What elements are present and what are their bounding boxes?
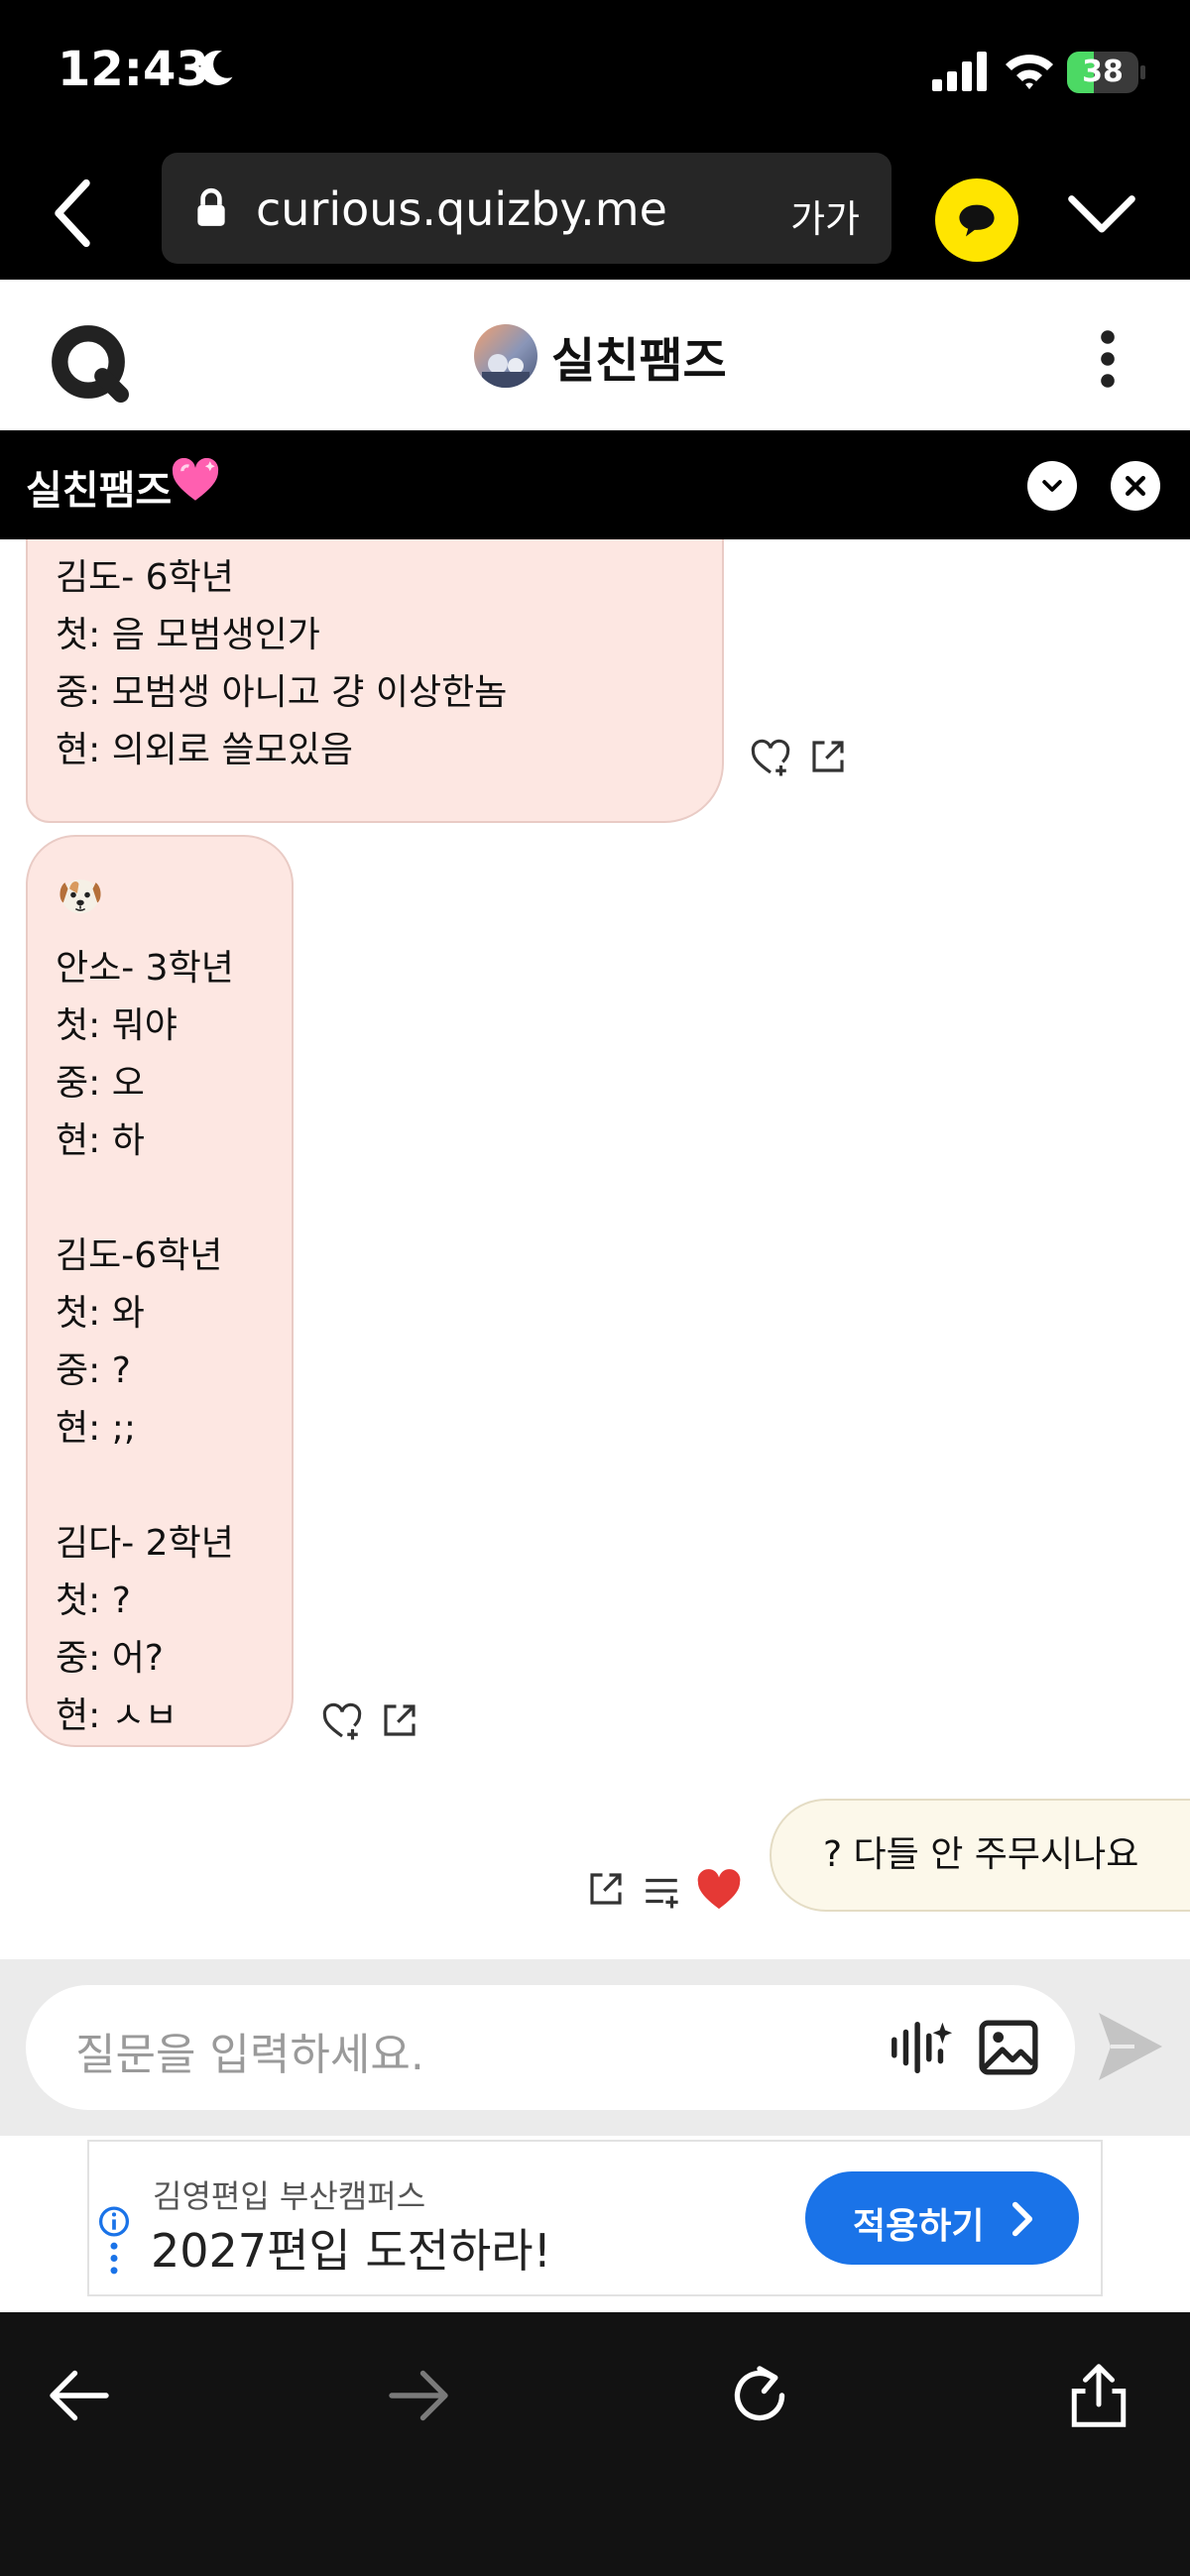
message-line: 김다- 2학년 [56, 1523, 234, 1564]
message-line: 첫: 와 [56, 1293, 145, 1334]
ad-card[interactable]: 김영편입 부산캠퍼스 2027편입 도전하라! 적용하기 [87, 2140, 1103, 2296]
question-input[interactable]: 질문을 입력하세요. [26, 1985, 1075, 2110]
browser-address-bar: curious.quizby.me 가가 [0, 149, 1190, 280]
my-message-bubble[interactable]: ? 다들 안 주무시나요 [770, 1799, 1190, 1912]
collapse-notice-button[interactable] [1027, 461, 1077, 511]
chevron-down-icon[interactable] [1067, 190, 1136, 240]
reload-icon[interactable] [724, 2360, 795, 2431]
message-line: 첫: 뭐야 [56, 1005, 178, 1046]
battery-indicator: 38 [1067, 52, 1145, 93]
avatar [474, 324, 537, 388]
quizby-logo-icon[interactable] [48, 321, 129, 403]
share-upload-icon[interactable] [1063, 2360, 1134, 2431]
ad-banner[interactable]: 김영편입 부산캠퍼스 2027편입 도전하라! 적용하기 [0, 2136, 1190, 2312]
message-line: 중: 모범생 아니고 걍 이상한놈 [56, 672, 508, 713]
message-line: 현: 의외로 쓸모있음 [56, 730, 353, 770]
close-icon [1125, 475, 1146, 497]
profile-title[interactable]: 실친팸즈 [474, 321, 727, 391]
more-options-icon[interactable] [1091, 329, 1125, 389]
ad-cta-button[interactable]: 적용하기 [805, 2171, 1079, 2265]
share-icon[interactable] [807, 736, 849, 777]
like-add-icon[interactable] [321, 1701, 363, 1743]
browser-back-chevron-icon[interactable] [48, 178, 97, 248]
close-notice-button[interactable] [1111, 461, 1160, 511]
url-text: curious.quizby.me [256, 182, 667, 236]
kakao-chat-button[interactable] [935, 178, 1018, 262]
status-bar: 12:43 38 [0, 0, 1190, 149]
chevron-down-icon [1042, 480, 1062, 492]
voice-input-icon[interactable] [887, 2013, 956, 2082]
url-field[interactable]: curious.quizby.me 가가 [162, 153, 892, 264]
chevron-right-icon [1012, 2201, 1033, 2237]
browser-toolbar [0, 2312, 1190, 2576]
like-add-icon[interactable] [750, 738, 791, 779]
composer: 질문을 입력하세요. [0, 1959, 1190, 2136]
message-line [56, 1458, 264, 1515]
wifi-icon [1006, 55, 1053, 89]
lock-icon [197, 187, 225, 226]
image-attach-icon[interactable] [978, 2019, 1039, 2076]
ad-advertiser: 김영편입 부산캠퍼스 [153, 2177, 426, 2215]
ad-info-icon[interactable] [97, 2205, 131, 2275]
message-line: 김도-6학년 [56, 1235, 223, 1276]
back-arrow-icon[interactable] [44, 2360, 115, 2431]
share-icon[interactable] [379, 1699, 420, 1741]
battery-percent: 38 [1082, 55, 1124, 89]
page-title: 실친팸즈 [551, 333, 727, 389]
pinned-notice-bar[interactable]: 실친팸즈 [0, 430, 1190, 539]
heart-icon[interactable] [696, 1868, 742, 1912]
message-line: 중: 어? [56, 1638, 164, 1679]
message-line: 김도- 6학년 [56, 557, 234, 598]
status-time: 12:43 [58, 42, 209, 97]
pinned-notice-text: 실친팸즈 [26, 468, 173, 514]
message-bubble[interactable]: 김도- 6학년 첫: 음 모범생인가 중: 모범생 아니고 걍 이상한놈 현: … [26, 539, 724, 823]
message-line [56, 1170, 264, 1228]
message-line: 첫: 음 모범생인가 [56, 615, 320, 655]
speech-bubble-icon [959, 204, 995, 237]
app-header: 실친팸즈 [0, 280, 1190, 430]
message-line: 중: ? [56, 1350, 131, 1391]
message-line: 현: ;; [56, 1408, 136, 1449]
share-icon[interactable] [585, 1868, 627, 1910]
font-size-button[interactable]: 가가 [790, 188, 860, 243]
message-line: 현: ㅅㅂ [56, 1696, 178, 1736]
message-line: 현: 하 [56, 1120, 145, 1161]
forward-arrow-icon[interactable] [383, 2360, 454, 2431]
question-input-placeholder: 질문을 입력하세요. [75, 2030, 424, 2080]
my-message-text: ? 다들 안 주무시나요 [823, 1834, 1139, 1875]
add-to-list-icon[interactable] [641, 1870, 682, 1912]
message-line: 중: 오 [56, 1063, 145, 1104]
moon-icon [200, 50, 233, 85]
send-icon[interactable] [1095, 2009, 1166, 2084]
message-bubble[interactable]: 안소- 3학년 첫: 뭐야 중: 오 현: 하 김도-6학년 첫: 와 중: ?… [26, 835, 294, 1747]
message-line: 첫: ? [56, 1581, 131, 1621]
ad-cta-label: 적용하기 [853, 2206, 985, 2247]
cellular-signal-icon [932, 52, 987, 91]
message-line: 안소- 3학년 [56, 948, 234, 989]
dog-face-icon [60, 878, 101, 914]
ad-headline: 2027편입 도전하라! [151, 2224, 552, 2278]
sparkling-heart-icon [172, 458, 219, 501]
chat-area[interactable]: 김도- 6학년 첫: 음 모범생인가 중: 모범생 아니고 걍 이상한놈 현: … [0, 539, 1190, 1959]
